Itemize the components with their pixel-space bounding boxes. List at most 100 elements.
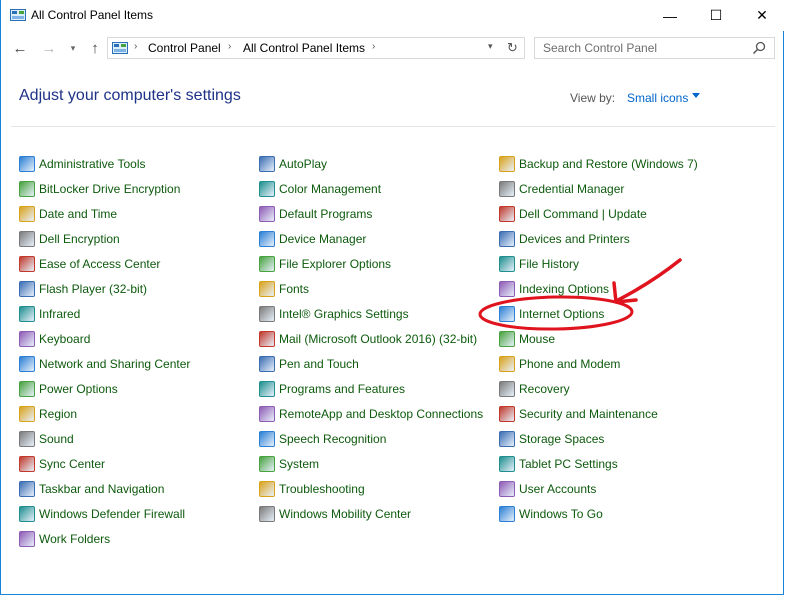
view-by-dropdown[interactable]: Small icons [627, 91, 688, 105]
item-flash[interactable]: Flash Player (32-bit) [19, 279, 147, 299]
breadcrumb-separator[interactable]: › [134, 41, 137, 52]
item-label[interactable]: Tablet PC Settings [519, 457, 618, 471]
breadcrumb-separator[interactable]: › [372, 41, 375, 52]
item-power[interactable]: Power Options [19, 379, 118, 399]
item-label[interactable]: File History [519, 257, 579, 271]
item-speaker[interactable]: Sound [19, 429, 74, 449]
item-label[interactable]: Sync Center [39, 457, 105, 471]
item-globe[interactable]: Region [19, 404, 77, 424]
item-label[interactable]: Storage Spaces [519, 432, 604, 446]
item-label[interactable]: Intel® Graphics Settings [279, 307, 409, 321]
item-label[interactable]: Dell Command | Update [519, 207, 647, 221]
item-label[interactable]: Color Management [279, 182, 381, 196]
item-label[interactable]: BitLocker Drive Encryption [39, 182, 180, 196]
chevron-down-icon[interactable] [692, 93, 700, 98]
item-admin-tools[interactable]: Administrative Tools [19, 154, 146, 174]
item-label[interactable]: Recovery [519, 382, 570, 396]
item-system[interactable]: System [259, 454, 319, 474]
item-label[interactable]: Infrared [39, 307, 80, 321]
item-monitor-color[interactable]: Color Management [259, 179, 381, 199]
item-label[interactable]: User Accounts [519, 482, 596, 496]
item-label[interactable]: Mail (Microsoft Outlook 2016) (32-bit) [279, 332, 477, 346]
item-mouse[interactable]: Mouse [499, 329, 555, 349]
item-label[interactable]: Indexing Options [519, 282, 609, 296]
item-label[interactable]: Windows Mobility Center [279, 507, 411, 521]
item-file-history[interactable]: File History [499, 254, 579, 274]
item-remoteapp[interactable]: RemoteApp and Desktop Connections [259, 404, 483, 424]
item-phone[interactable]: Phone and Modem [499, 354, 620, 374]
refresh-button[interactable]: ↻ [507, 40, 518, 56]
forward-button[interactable]: → [39, 39, 59, 57]
item-label[interactable]: AutoPlay [279, 157, 327, 171]
item-label[interactable]: Taskbar and Navigation [39, 482, 164, 496]
item-label[interactable]: Speech Recognition [279, 432, 386, 446]
item-label[interactable]: Power Options [39, 382, 118, 396]
item-label[interactable]: Date and Time [39, 207, 117, 221]
item-label[interactable]: Work Folders [39, 532, 110, 546]
item-programs[interactable]: Programs and Features [259, 379, 405, 399]
item-label[interactable]: Flash Player (32-bit) [39, 282, 147, 296]
item-label[interactable]: Windows Defender Firewall [39, 507, 185, 521]
item-taskbar[interactable]: Taskbar and Navigation [19, 479, 164, 499]
address-dropdown-button[interactable]: ▾ [488, 41, 493, 52]
item-infrared[interactable]: Infrared [19, 304, 80, 324]
item-windows-to-go[interactable]: Windows To Go [499, 504, 603, 524]
minimize-button[interactable]: — [647, 0, 693, 31]
item-fonts[interactable]: Fonts [259, 279, 309, 299]
item-intel-graphics[interactable]: Intel® Graphics Settings [259, 304, 409, 324]
item-indexing[interactable]: Indexing Options [499, 279, 609, 299]
item-folder[interactable]: Work Folders [19, 529, 110, 549]
item-keyboard[interactable]: Keyboard [19, 329, 90, 349]
maximize-button[interactable]: ☐ [693, 0, 739, 31]
item-device-manager[interactable]: Device Manager [259, 229, 366, 249]
item-firewall[interactable]: Windows Defender Firewall [19, 504, 185, 524]
item-label[interactable]: Credential Manager [519, 182, 624, 196]
item-recovery[interactable]: Recovery [499, 379, 570, 399]
item-label[interactable]: Keyboard [39, 332, 90, 346]
item-credential[interactable]: Credential Manager [499, 179, 624, 199]
breadcrumb-separator[interactable]: › [228, 41, 231, 52]
breadcrumb-all-items[interactable]: All Control Panel Items [243, 41, 365, 55]
recent-locations-button[interactable]: ▾ [63, 39, 83, 57]
address-bar[interactable]: › Control Panel › All Control Panel Item… [107, 37, 525, 59]
item-tablet[interactable]: Tablet PC Settings [499, 454, 618, 474]
item-label[interactable]: RemoteApp and Desktop Connections [279, 407, 483, 421]
item-label[interactable]: Region [39, 407, 77, 421]
item-dell-encryption[interactable]: Dell Encryption [19, 229, 120, 249]
item-clock[interactable]: Date and Time [19, 204, 117, 224]
item-label[interactable]: Network and Sharing Center [39, 357, 190, 371]
item-flag[interactable]: Security and Maintenance [499, 404, 658, 424]
title-bar[interactable]: All Control Panel Items — ☐ ✕ [1, 0, 785, 31]
item-label[interactable]: Windows To Go [519, 507, 603, 521]
item-printer[interactable]: Devices and Printers [499, 229, 630, 249]
item-ease-of-access[interactable]: Ease of Access Center [19, 254, 160, 274]
item-label[interactable]: Device Manager [279, 232, 366, 246]
item-bitlocker[interactable]: BitLocker Drive Encryption [19, 179, 180, 199]
close-button[interactable]: ✕ [739, 0, 785, 31]
item-label[interactable]: Fonts [279, 282, 309, 296]
item-autoplay[interactable]: AutoPlay [259, 154, 327, 174]
item-label[interactable]: Ease of Access Center [39, 257, 160, 271]
item-storage[interactable]: Storage Spaces [499, 429, 604, 449]
item-backup[interactable]: Backup and Restore (Windows 7) [499, 154, 698, 174]
item-microphone[interactable]: Speech Recognition [259, 429, 386, 449]
item-label[interactable]: Default Programs [279, 207, 372, 221]
item-label[interactable]: Mouse [519, 332, 555, 346]
item-label[interactable]: Programs and Features [279, 382, 405, 396]
item-pen[interactable]: Pen and Touch [259, 354, 359, 374]
item-label[interactable]: Security and Maintenance [519, 407, 658, 421]
search-icon[interactable] [752, 41, 766, 55]
item-default-programs[interactable]: Default Programs [259, 204, 372, 224]
item-label[interactable]: Dell Encryption [39, 232, 120, 246]
item-label[interactable]: Sound [39, 432, 74, 446]
item-label[interactable]: Internet Options [519, 307, 604, 321]
item-label[interactable]: Pen and Touch [279, 357, 359, 371]
item-label[interactable]: File Explorer Options [279, 257, 391, 271]
item-label[interactable]: Backup and Restore (Windows 7) [519, 157, 698, 171]
item-dell-update[interactable]: Dell Command | Update [499, 204, 647, 224]
up-button[interactable]: ↑ [85, 39, 105, 57]
item-folder-options[interactable]: File Explorer Options [259, 254, 391, 274]
item-label[interactable]: Phone and Modem [519, 357, 620, 371]
item-mail[interactable]: Mail (Microsoft Outlook 2016) (32-bit) [259, 329, 477, 349]
item-internet-options[interactable]: Internet Options [499, 304, 604, 324]
